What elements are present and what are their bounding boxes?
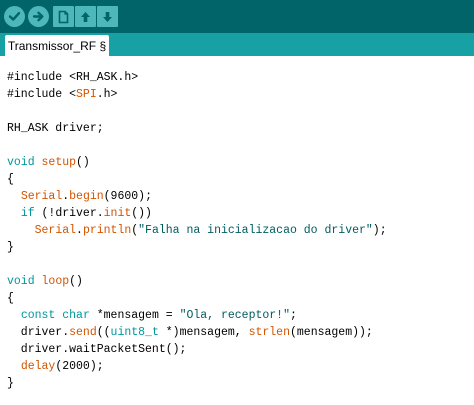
checkmark-icon [8,12,21,21]
code-token: (2000); [55,360,104,373]
code-token: "Falha na inicializacao do driver" [138,224,373,237]
code-editor[interactable]: #include <RH_ASK.h> #include <SPI.h> RH_A… [0,56,474,405]
upload-button[interactable] [28,6,49,27]
code-token: (mensagem)); [290,326,373,339]
code-token: RH_ASK driver; [7,122,104,135]
code-token: } [7,241,14,254]
code-line: { [7,171,387,188]
code-line: const char *mensagem = "Ola, receptor!"; [7,307,387,324]
code-line: #include <SPI.h> [7,86,387,103]
code-token: .h> [96,88,118,101]
code-line: delay(2000); [7,358,387,375]
code-line: driver.waitPacketSent(); [7,341,387,358]
code-token: strlen [248,326,290,339]
tab-transmissor-rf[interactable]: Transmissor_RF § [5,35,109,56]
code-token: "Ola, receptor!" [179,309,290,322]
code-token: () [76,156,90,169]
code-token: uint8_t [110,326,159,339]
code-token: #include <RH_ASK.h> [7,71,139,84]
code-line: { [7,290,387,307]
code-token: void [7,275,35,288]
code-token: { [7,173,14,186]
code-line: void setup() [7,154,387,171]
code-token: (!driver. [34,207,104,220]
code-token: char [62,309,90,322]
code-line: driver.send((uint8_t *)mensagem, strlen(… [7,324,387,341]
code-line: } [7,375,387,392]
code-token: *mensagem = [89,309,180,322]
code-token: ; [289,309,297,322]
code-token: Serial [34,224,77,237]
code-token: { [7,292,14,305]
code-token: init [103,207,132,220]
code-token: *)mensagem, [158,326,249,339]
code-token: println [82,224,132,237]
code-token: send [69,326,97,339]
code-line: } [7,239,387,256]
code-line: void loop() [7,273,387,290]
arrow-down-icon [103,11,112,22]
save-button[interactable] [97,6,118,27]
arrow-up-icon [81,11,90,22]
code-token: loop [41,275,70,288]
code-token: () [69,275,83,288]
code-line: RH_ASK driver; [7,120,387,137]
code-token: ); [372,224,387,237]
code-token: . [76,224,83,237]
code-token: setup [41,156,77,169]
tab-label: Transmissor_RF § [7,38,107,53]
code-token: driver.waitPacketSent(); [7,343,187,356]
code-token: begin [69,190,104,203]
code-token: driver. [7,326,70,339]
code-line: Serial.begin(9600); [7,188,387,205]
code-token: const [20,309,56,322]
new-button[interactable] [53,6,74,27]
code-line: if (!driver.init()) [7,205,387,222]
verify-button[interactable] [4,6,25,27]
code-line: Serial.println("Falha na inicializacao d… [7,222,387,239]
code-token: if [20,207,35,220]
code-token: ()) [131,207,152,220]
code-line: #include <RH_ASK.h> [7,69,387,86]
code-token: SPI [76,88,97,101]
toolbar [0,0,474,33]
new-file-icon [58,10,69,23]
code-token: (( [96,326,111,339]
tab-bar: Transmissor_RF § [0,33,474,56]
code-token: void [7,156,35,169]
arrow-right-icon [32,11,44,22]
open-button[interactable] [75,6,96,27]
code-token: delay [20,360,56,373]
code-text[interactable]: #include <RH_ASK.h> #include <SPI.h> RH_A… [7,69,387,392]
code-token: #include < [7,88,77,101]
code-token: } [7,377,14,390]
code-token: (9600); [103,190,152,203]
code-token: Serial [20,190,63,203]
